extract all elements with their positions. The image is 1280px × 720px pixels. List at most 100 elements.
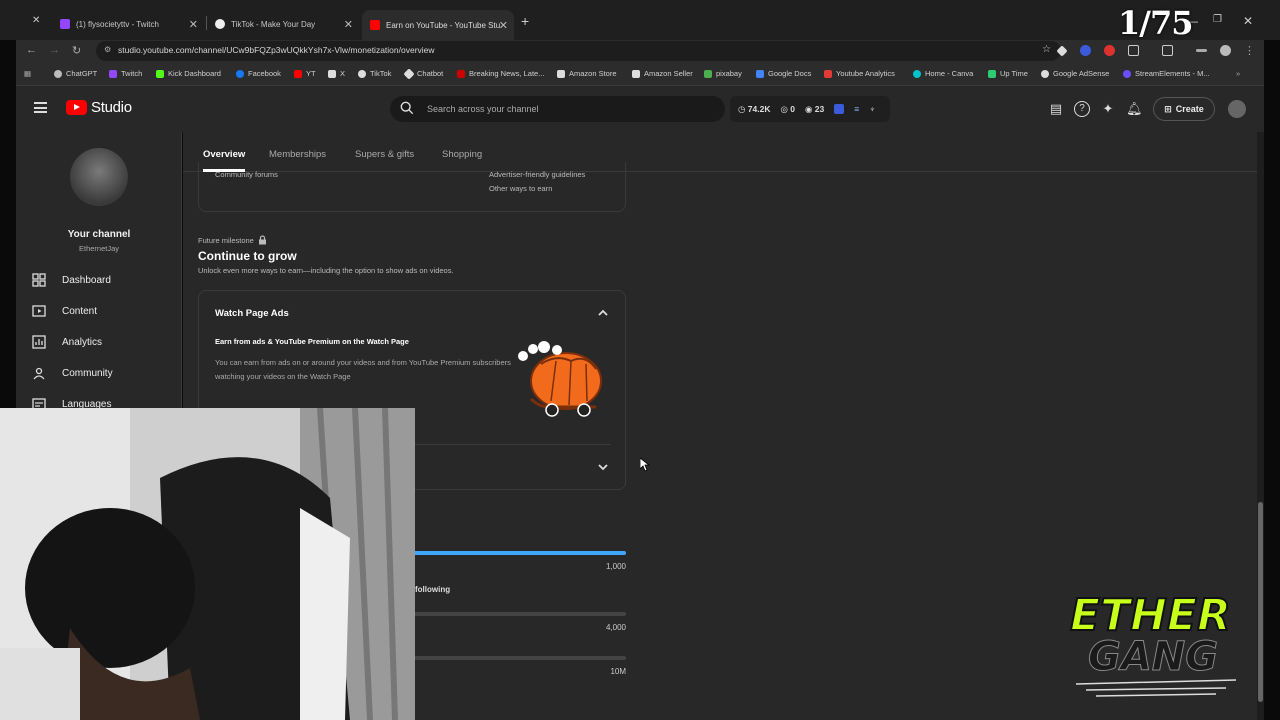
tab-supers-gifts[interactable]: Supers & gifts — [355, 149, 414, 160]
close-tab-icon[interactable]: ✕ — [189, 18, 198, 31]
uptime-icon — [988, 69, 996, 78]
close-tab-icon[interactable]: ✕ — [344, 18, 353, 31]
tab-title: (1) flysocietyttv - Twitch — [76, 19, 159, 29]
close-window-icon[interactable]: ✕ — [1243, 14, 1253, 28]
bookmark-item[interactable]: Kick Dashboard — [156, 69, 221, 78]
apps-grid-icon[interactable]: ▦ — [24, 69, 31, 78]
progress-value-1: 1,000 — [605, 562, 626, 571]
bookmark-item[interactable]: Twitch — [109, 69, 142, 78]
bookmark-item[interactable]: Chatbot — [403, 67, 443, 80]
page-scrollbar[interactable] — [1257, 132, 1264, 720]
extensions-puzzle-icon[interactable] — [1128, 45, 1139, 56]
tab-twitch[interactable]: (1) flysocietyttv - Twitch ✕ — [52, 12, 204, 36]
tab-title: Earn on YouTube - YouTube Stu — [386, 20, 501, 30]
menu-icon[interactable] — [34, 102, 47, 113]
watch-page-ads-title[interactable]: Watch Page Ads — [215, 308, 289, 319]
back-icon[interactable]: ← — [26, 44, 37, 56]
tab-memberships[interactable]: Memberships — [269, 149, 326, 160]
trophy-icon: ♆ — [869, 104, 876, 114]
analytics-icon — [824, 69, 832, 78]
more-bookmarks-icon[interactable]: » — [1236, 69, 1240, 78]
kick-icon — [156, 69, 164, 78]
search-input[interactable]: Search across your channel — [390, 96, 725, 122]
amazon-icon — [557, 69, 565, 78]
create-video-icon: ⊞ — [1164, 103, 1172, 114]
channel-stats[interactable]: ◷ 74.2K ◎ 0 ◉ 23 ≡ ♆ — [730, 96, 890, 122]
chevron-up-icon[interactable] — [596, 306, 610, 320]
tab-shopping[interactable]: Shopping — [442, 149, 482, 160]
bookmark-item[interactable]: TikTok — [358, 69, 391, 78]
close-tab-icon[interactable]: ✕ — [499, 19, 508, 32]
profile-icon[interactable] — [1220, 45, 1231, 56]
restore-icon[interactable]: ❐ — [1213, 14, 1222, 25]
scrollbar-thumb[interactable] — [1258, 502, 1263, 702]
continue-to-grow-title: Continue to grow — [198, 249, 297, 263]
tab-overview[interactable]: Overview — [203, 149, 246, 172]
bookmark-item[interactable]: Home - Canva — [913, 69, 973, 78]
help-icon[interactable]: ? — [1074, 101, 1090, 117]
create-button[interactable]: ⊞ Create — [1153, 97, 1215, 121]
forward-icon[interactable]: → — [49, 44, 60, 56]
bookmark-item[interactable]: ChatGPT — [54, 69, 97, 78]
sidebar-item-community[interactable]: Community — [32, 366, 113, 380]
bookmark-item[interactable]: StreamElements - M... — [1123, 69, 1210, 78]
account-avatar[interactable] — [1228, 100, 1246, 118]
tab-youtube-studio[interactable]: Earn on YouTube - YouTube Stu ✕ — [362, 10, 514, 40]
webcam-overlay — [0, 408, 415, 720]
new-tab-icon[interactable]: + — [521, 13, 529, 29]
bookmark-item[interactable]: Breaking News, Late... — [457, 69, 544, 78]
analytics-icon — [32, 335, 46, 349]
google-docs-icon — [756, 69, 764, 78]
bookmark-item[interactable]: Google Docs — [756, 69, 811, 78]
tiktok-icon — [215, 19, 225, 29]
channel-avatar[interactable] — [70, 148, 128, 206]
chatbot-icon — [403, 67, 415, 80]
resources-card: Community forums Advertiser-friendly gui… — [198, 162, 626, 212]
other-ways-to-earn-link[interactable]: Other ways to earn — [489, 184, 552, 193]
bookmark-item[interactable]: Facebook — [236, 69, 281, 78]
advertiser-guidelines-link[interactable]: Advertiser-friendly guidelines — [489, 170, 585, 179]
site-info-icon[interactable]: ⚙ — [104, 45, 111, 54]
bookmarks-bar: ▦ ChatGPT Twitch Kick Dashboard Facebook… — [16, 62, 1264, 86]
following-label: following — [415, 585, 451, 594]
search-icon — [400, 101, 414, 115]
extension-icon[interactable] — [1080, 45, 1091, 56]
bookmark-item[interactable]: YT — [294, 69, 316, 78]
bookmark-item[interactable]: Amazon Seller — [632, 69, 693, 78]
bookmark-item[interactable]: pixabay — [704, 69, 742, 78]
sidebar-item-dashboard[interactable]: Dashboard — [32, 273, 111, 287]
bookmark-item[interactable]: Amazon Store — [557, 69, 617, 78]
amazon-icon — [632, 69, 640, 78]
url-field[interactable]: ⚙ studio.youtube.com/channel/UCw9bFQZp3w… — [96, 41, 1061, 61]
sparkle-icon[interactable]: ✦ — [1100, 101, 1116, 117]
watch-stat: ◉ 23 — [804, 103, 825, 114]
youtube-icon — [370, 20, 380, 30]
reading-list-icon[interactable] — [1196, 49, 1207, 52]
cnn-icon — [457, 69, 465, 78]
bookmark-item[interactable]: X — [328, 69, 345, 78]
sidebar-item-content[interactable]: Content — [32, 304, 97, 318]
mute-icon[interactable]: ✕ — [32, 15, 40, 26]
bookmark-item[interactable]: Youtube Analytics — [824, 69, 895, 78]
bookmark-item[interactable]: Google AdSense — [1041, 69, 1109, 78]
studio-logo[interactable]: Studio — [66, 99, 132, 116]
x-icon — [328, 69, 336, 78]
messages-icon[interactable]: ▤ — [1048, 101, 1064, 117]
cast-icon[interactable] — [1162, 45, 1173, 56]
chevron-down-icon[interactable] — [596, 460, 610, 474]
tab-title: TikTok - Make Your Day — [231, 19, 316, 29]
brand-line-2: GANG — [1088, 634, 1218, 680]
popcorn-cart-illustration — [518, 341, 602, 417]
twitch-icon — [109, 69, 117, 78]
notifications-bell-icon[interactable]: 🔔︎ — [1126, 101, 1143, 117]
reload-icon[interactable]: ↻ — [72, 44, 81, 57]
extension-icon — [834, 104, 845, 114]
tab-tiktok[interactable]: TikTok - Make Your Day ✕ — [207, 12, 359, 36]
bookmark-star-icon[interactable]: ☆ — [1042, 44, 1051, 55]
sidebar-item-analytics[interactable]: Analytics — [32, 335, 102, 349]
adblock-icon[interactable] — [1104, 45, 1115, 56]
community-forums-link[interactable]: Community forums — [215, 170, 278, 179]
bookmark-item[interactable]: Up Time — [988, 69, 1028, 78]
channel-handle: EthernetJay — [78, 244, 120, 253]
menu-dots-icon[interactable]: ⋮ — [1244, 44, 1255, 57]
